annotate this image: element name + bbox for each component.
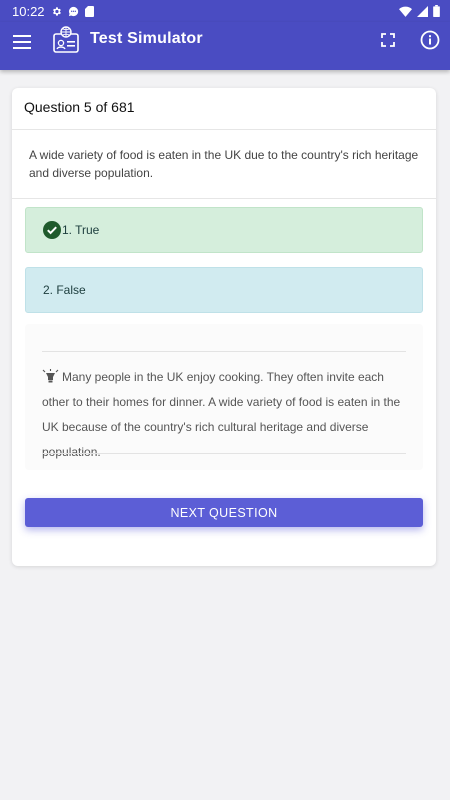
status-bar-right (399, 5, 440, 17)
status-bar-left: 10:22 (12, 4, 94, 19)
explanation: Many people in the UK enjoy cooking. The… (42, 365, 408, 465)
id-card-globe-icon (52, 26, 80, 54)
explanation-text: Many people in the UK enjoy cooking. The… (42, 370, 401, 459)
status-bar: 10:22 (0, 0, 450, 22)
chat-bubble-icon (68, 6, 79, 17)
question-header: Question 5 of 681 (12, 88, 436, 130)
divider (42, 351, 406, 352)
wifi-icon (399, 6, 412, 17)
cell-signal-icon (417, 5, 428, 17)
divider (42, 453, 406, 454)
next-question-button[interactable]: NEXT QUESTION (25, 498, 423, 527)
app-bar: Test Simulator (0, 22, 450, 70)
info-icon[interactable] (418, 28, 442, 52)
battery-icon (433, 5, 440, 17)
answer-label: 1. True (62, 223, 100, 237)
question-text: A wide variety of food is eaten in the U… (29, 148, 419, 180)
answer-option-false[interactable]: 2. False (25, 267, 423, 313)
status-time: 10:22 (12, 3, 45, 19)
sd-card-icon (84, 5, 94, 17)
divider (12, 198, 436, 199)
menu-icon[interactable] (10, 30, 34, 54)
explanation-box: Many people in the UK enjoy cooking. The… (25, 324, 423, 470)
question-card: Question 5 of 681 A wide variety of food… (12, 88, 436, 566)
fullscreen-icon[interactable] (377, 29, 399, 51)
app-title: Test Simulator (90, 30, 203, 47)
answer-label: 2. False (43, 283, 86, 297)
gear-icon (51, 6, 62, 17)
light-bulb-icon (42, 367, 59, 383)
check-circle-icon (43, 221, 61, 239)
answer-option-true[interactable]: 1. True (25, 207, 423, 253)
